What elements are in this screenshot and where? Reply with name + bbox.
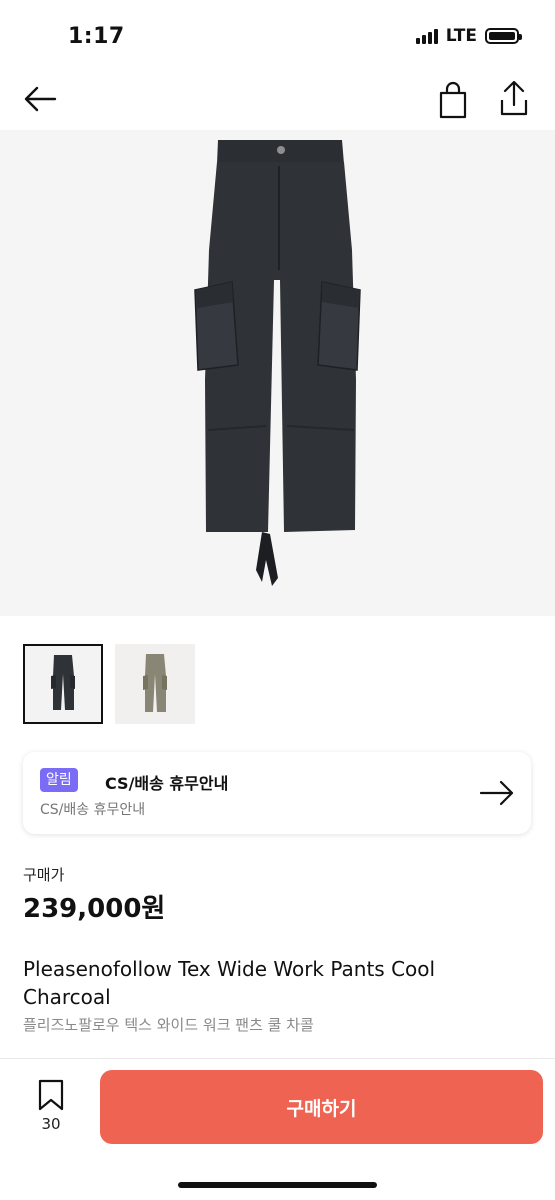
back-button[interactable]	[20, 80, 60, 120]
price-label: 구매가	[23, 866, 65, 884]
shopping-bag-icon	[439, 81, 467, 119]
share-icon	[500, 80, 528, 116]
arrow-right-icon	[479, 780, 514, 806]
buy-button[interactable]: 구매하기	[100, 1070, 543, 1144]
bookmark-button[interactable]: 30	[34, 1079, 68, 1139]
notice-card[interactable]: 알림 CS/배송 휴무안내 CS/배송 휴무안내	[23, 752, 531, 834]
share-button[interactable]	[494, 78, 534, 120]
status-time: 1:17	[68, 24, 125, 49]
notice-title: CS/배송 휴무안내	[105, 774, 229, 793]
notice-subtitle: CS/배송 휴무안내	[40, 802, 146, 818]
product-title-korean: 플리즈노팔로우 텍스 와이드 워크 팬츠 쿨 차콜	[23, 1016, 314, 1034]
price-value: 239,000원	[23, 894, 166, 924]
bookmark-count: 30	[41, 1115, 61, 1133]
thumbnail-image	[143, 654, 167, 712]
home-indicator	[178, 1182, 377, 1188]
thumbnail-khaki[interactable]	[115, 644, 195, 724]
thumbnail-strip	[23, 644, 195, 724]
bookmark-icon	[38, 1079, 64, 1111]
thumbnail-image	[51, 655, 75, 710]
shopping-bag-button[interactable]	[434, 80, 472, 120]
status-bar: 1:17 LTE	[0, 0, 555, 70]
battery-icon	[485, 28, 522, 44]
notice-badge: 알림	[40, 768, 78, 792]
network-label: LTE	[445, 26, 477, 46]
notice-arrow-button[interactable]	[477, 776, 517, 810]
product-image[interactable]	[0, 130, 555, 616]
arrow-left-icon	[24, 86, 57, 112]
status-indicators: LTE	[415, 26, 522, 46]
nav-bar	[0, 70, 555, 130]
product-title: Pleasenofollow Tex Wide Work Pants Cool …	[23, 957, 436, 1009]
thumbnail-charcoal[interactable]	[23, 644, 103, 724]
cargo-pants-illustration	[194, 140, 361, 586]
signal-icon	[415, 28, 438, 44]
bottom-action-bar: 30 구매하기	[0, 1058, 555, 1200]
